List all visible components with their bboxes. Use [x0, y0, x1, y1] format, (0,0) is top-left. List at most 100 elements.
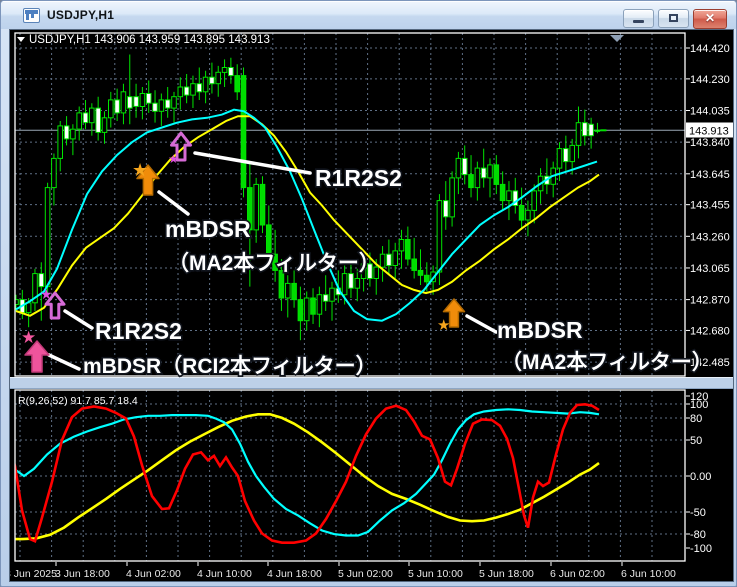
close-button[interactable]: ✕ [693, 9, 727, 29]
candle-body [259, 183, 266, 226]
candle-body [556, 148, 563, 169]
time-axis-label: 5 Jun 10:00 [408, 568, 463, 580]
indicator-axis-label: 0.00 [690, 471, 711, 483]
annotation-r1r2s2-lower: R1R2S2 [95, 318, 182, 344]
candle-body [341, 273, 348, 296]
chart-window-icon [23, 7, 40, 23]
title-bar[interactable]: USDJPY,H1 ✕ [1, 1, 736, 29]
candle-body [196, 83, 203, 93]
candle-body [582, 122, 588, 137]
panel-splitter[interactable] [10, 377, 733, 389]
signal-star-icon: ★ [40, 286, 53, 302]
candle-body [386, 253, 392, 267]
price-axis[interactable]: 144.420 144.230 144.035 143.840 143.645 143.4… [686, 43, 730, 369]
candle-body [51, 157, 57, 189]
candle-body [417, 269, 424, 276]
candle-body [253, 183, 259, 231]
ma-slow-yellow-line [15, 115, 600, 317]
chart-canvas[interactable]: ★ ★ ★ ★ ★ 144.420 144.230 144.035 143.840 143.645… [5, 30, 733, 581]
time-axis-label: 5 Jun 02:00 [338, 568, 393, 580]
chart-shift-marker-icon[interactable] [610, 35, 624, 42]
candle-body [228, 67, 234, 77]
candle-body [398, 239, 405, 252]
annotation-mbdsr-right: mBDSR [497, 317, 583, 343]
candle-body [449, 177, 455, 218]
candle-body [506, 190, 512, 202]
candle-body [44, 187, 51, 288]
candle-body [240, 75, 247, 189]
indicator-axis-label: 50 [690, 435, 702, 447]
candle-body [405, 239, 411, 260]
candle-body [436, 200, 443, 273]
candle-body [392, 250, 398, 266]
signal-star-icon: ★ [437, 317, 450, 334]
candle-body [177, 86, 184, 98]
candle-body [411, 258, 417, 271]
candle-body [493, 164, 500, 185]
current-price-label: 143.913 [689, 126, 729, 138]
candle-body [145, 93, 152, 104]
chart-client-area: ★ ★ ★ ★ ★ 144.420 144.230 144.035 143.840 143.645… [5, 29, 734, 582]
candle-body [266, 224, 272, 255]
candle-body [291, 282, 297, 301]
candle-body [474, 167, 481, 189]
time-axis-label: 3 Jun 2025 [10, 568, 57, 580]
candle-body [133, 96, 139, 107]
candle-body [461, 157, 468, 176]
candle-body [101, 117, 108, 133]
annotation-mbdsr-rci-filter: mBDSR（RCI2本フィルター） [83, 354, 377, 378]
candle-body [139, 93, 146, 107]
candle-body [348, 273, 354, 289]
time-axis-label: 6 Jun 02:00 [550, 568, 605, 580]
candle-body [215, 71, 221, 85]
candle-body [316, 294, 323, 315]
time-axis-label: 6 Jun 10:00 [621, 568, 676, 580]
price-axis-label: 144.035 [690, 106, 730, 118]
candle-body [329, 287, 335, 302]
time-axis-label: 4 Jun 18:00 [267, 568, 322, 580]
minimize-button[interactable] [623, 9, 654, 28]
indicator-axis-label: 100 [690, 399, 708, 411]
chart-header-text: USDJPY,H1 143.906 143.959 143.895 143.91… [29, 34, 270, 46]
candle-body [588, 123, 594, 137]
time-axis-label: 4 Jun 02:00 [126, 568, 181, 580]
annotation-pointer-line [63, 309, 94, 330]
price-axis-label: 144.420 [690, 43, 730, 55]
candle-body [354, 278, 361, 289]
signal-star-icon: ★ [168, 152, 179, 166]
indicator-header-text: R(9,26,52) 91.7 85.7 18.4 [18, 395, 138, 407]
annotation-ma-filter-upper: （MA2本フィルター） [168, 251, 380, 275]
candle-body [468, 174, 474, 189]
candle-body [171, 96, 177, 109]
candle-body [152, 102, 158, 112]
indicator-axis-label: -100 [690, 543, 712, 555]
candle-body [164, 99, 171, 109]
candle-body [234, 75, 240, 93]
indicator-axis[interactable]: 12010080500.00-50-80-100 [686, 391, 712, 555]
restore-button[interactable] [658, 9, 689, 28]
candle-body [158, 99, 165, 112]
candle-body [76, 112, 83, 130]
close-icon: ✕ [704, 11, 716, 25]
annotation-mbdsr-upper: mBDSR [165, 216, 251, 242]
candle-body [569, 144, 576, 163]
candle-body [487, 164, 493, 179]
price-axis-label: 143.645 [690, 169, 730, 181]
candle-body [322, 294, 329, 302]
signal-star-icon: ★ [132, 160, 148, 180]
restore-icon [669, 14, 678, 22]
candle-body [310, 297, 316, 315]
annotation-ma-filter-right: （MA2本フィルター） [501, 350, 713, 374]
time-axis[interactable]: 3 Jun 20253 Jun 18:00 4 Jun 02:00 4 Jun 10… [5, 562, 676, 580]
candle-body [70, 128, 76, 140]
symbol-dropdown-icon[interactable] [17, 37, 25, 42]
candle-body [594, 129, 601, 132]
candle-body [114, 99, 120, 114]
time-axis-label: 4 Jun 10:00 [197, 568, 252, 580]
candle-body [563, 148, 569, 163]
annotation-r1r2s2-upper: R1R2S2 [315, 165, 402, 191]
price-axis-label: 143.455 [690, 200, 730, 212]
candle-body [531, 190, 538, 211]
candle-body [575, 122, 582, 146]
indicator-axis-label: -80 [690, 529, 706, 541]
